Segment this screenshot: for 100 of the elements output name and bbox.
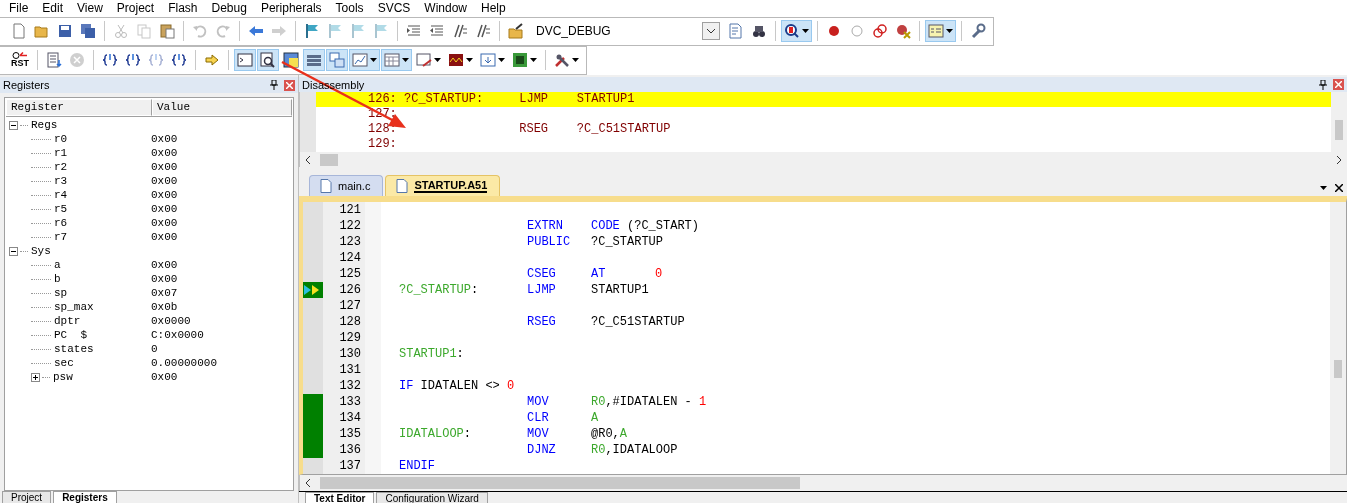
- open-folder-icon: [34, 23, 50, 39]
- register-name: r6: [54, 217, 68, 229]
- menu-item[interactable]: SVCS: [370, 1, 418, 16]
- register-name: r5: [54, 203, 68, 215]
- column-header[interactable]: Register: [6, 99, 152, 116]
- register-name: r3: [54, 175, 68, 187]
- menu-item[interactable]: Window: [417, 1, 474, 16]
- register-value: 0x00: [151, 161, 178, 173]
- debug-icon: [784, 23, 800, 39]
- file-icon: [396, 179, 409, 194]
- code-line: DJNZ R0,IDATALOOP: [526, 442, 679, 459]
- command-window-icon: [237, 52, 253, 68]
- editor-mode-tab[interactable]: Text Editor: [305, 491, 375, 503]
- menu-item[interactable]: File: [2, 1, 36, 16]
- redo-icon: [215, 23, 231, 39]
- code-line: PUBLIC ?C_STARTUP: [526, 234, 664, 251]
- window-icon: [928, 23, 944, 39]
- expand-toggle[interactable]: [9, 120, 18, 130]
- forward-arrow-icon: [271, 23, 287, 39]
- register-value: 0x00: [151, 371, 178, 383]
- plus-icon: [32, 373, 39, 381]
- disassembly-line: 129:: [367, 137, 398, 153]
- line-number: 123: [339, 234, 361, 251]
- code-line: EXTRN CODE (?C_START): [526, 218, 701, 235]
- register-value: 0x00: [151, 203, 178, 215]
- panel-title: Registers: [3, 79, 51, 91]
- line-number: 136: [339, 442, 361, 459]
- flag-icon: [373, 23, 389, 39]
- scrollbar-thumb[interactable]: [320, 153, 338, 166]
- expand-toggle[interactable]: [9, 246, 18, 256]
- toolbar-button[interactable]: [280, 49, 302, 71]
- register-value: 0x00: [151, 273, 178, 285]
- save-icon: [57, 23, 73, 39]
- reset-button[interactable]: RST: [8, 49, 32, 71]
- menu-item[interactable]: Peripherals: [253, 1, 329, 16]
- scrollbar-thumb[interactable]: [1335, 120, 1343, 141]
- expand-toggle[interactable]: [31, 372, 40, 382]
- vertical-scrollbar[interactable]: [1331, 92, 1347, 153]
- register-name: b: [54, 273, 61, 285]
- close-icon[interactable]: [1335, 184, 1343, 193]
- register-value: 0x0000: [151, 315, 191, 327]
- rings-icon: [872, 23, 888, 39]
- register-value: 0x00: [151, 147, 178, 159]
- chevron-down-icon: [706, 28, 716, 34]
- panel-tab[interactable]: Registers: [53, 491, 117, 503]
- breakpoint-icon: [826, 23, 842, 39]
- vertical-scrollbar[interactable]: [1330, 202, 1346, 475]
- uncomment-icon: [475, 23, 491, 39]
- find-in-files-icon: [728, 23, 744, 39]
- magnifier-document-icon: [260, 52, 276, 68]
- column-header[interactable]: Value: [152, 99, 292, 116]
- toolbar-button[interactable]: [781, 20, 812, 42]
- menu-item[interactable]: View: [70, 1, 110, 16]
- register-name: Regs: [31, 119, 58, 131]
- new-file-icon: [11, 23, 27, 39]
- toolbar-button[interactable]: [925, 20, 956, 42]
- target-select[interactable]: DVC_DEBUG: [532, 21, 720, 41]
- line-number: 135: [339, 426, 361, 443]
- file-tab[interactable]: STARTUP.A51: [385, 175, 501, 197]
- caret-icon: [530, 58, 537, 62]
- braces-icon: [125, 52, 141, 68]
- panel-tab[interactable]: Project: [2, 491, 52, 503]
- register-value: 0: [151, 343, 158, 355]
- toolbar-button[interactable]: [349, 49, 380, 71]
- menu-item[interactable]: Flash: [161, 1, 205, 16]
- register-value: 0x00: [151, 231, 178, 243]
- register-name: r1: [54, 147, 68, 159]
- toolbar-button[interactable]: [381, 49, 412, 71]
- menu-item[interactable]: Tools: [328, 1, 371, 16]
- menu-item[interactable]: Help: [474, 1, 513, 16]
- line-number: 137: [339, 458, 361, 475]
- line-number: 122: [339, 218, 361, 235]
- target-options-icon: [508, 23, 524, 39]
- menu-item[interactable]: Debug: [204, 1, 254, 16]
- register-value: 0x0b: [151, 301, 178, 313]
- register-name: dptr: [54, 315, 81, 327]
- pin-icon[interactable]: [1319, 79, 1327, 90]
- menu-item[interactable]: Edit: [35, 1, 71, 16]
- symbols-window-icon: [283, 52, 299, 68]
- scrollbar-thumb[interactable]: [1334, 360, 1342, 379]
- save-all-icon: [80, 23, 96, 39]
- toolbar-button[interactable]: [257, 49, 279, 71]
- caret-icon: [1320, 186, 1327, 191]
- register-value: C:0x0000: [151, 329, 204, 341]
- menu-item[interactable]: Project: [109, 1, 162, 16]
- undo-icon: [192, 23, 208, 39]
- waveform-icon: [448, 52, 464, 68]
- scrollbar-thumb[interactable]: [320, 476, 800, 489]
- editor-mode-tab[interactable]: Configuration Wizard: [376, 491, 488, 503]
- code-line: ?C_STARTUP: LJMP STARTUP1: [399, 282, 650, 299]
- register-value: 0x00: [151, 189, 178, 201]
- register-name: psw: [53, 371, 73, 383]
- file-tab[interactable]: main.c: [309, 175, 384, 197]
- pin-icon[interactable]: [270, 80, 278, 90]
- binoculars-icon: [751, 23, 767, 39]
- line-number: 127: [339, 298, 361, 315]
- indent-icon: [406, 23, 422, 39]
- flag-icon: [327, 23, 343, 39]
- stacked-windows-icon: [329, 52, 345, 68]
- register-name: PC $: [54, 329, 87, 341]
